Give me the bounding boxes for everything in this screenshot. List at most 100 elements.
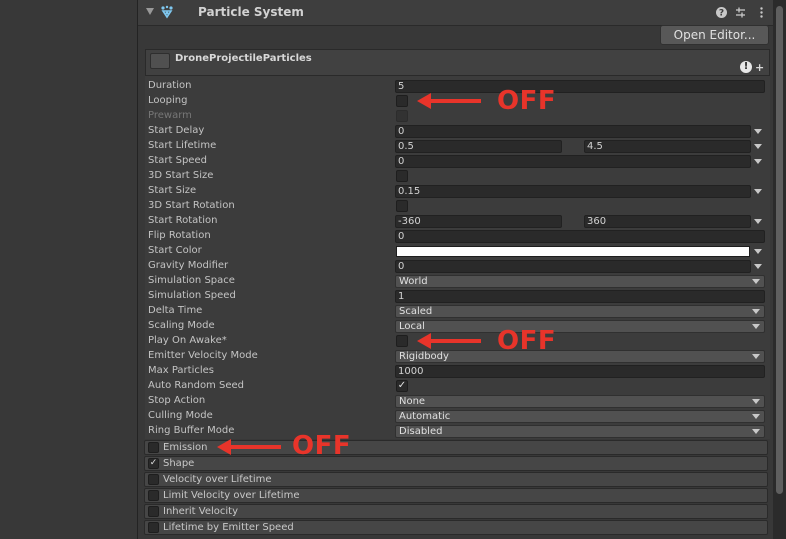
- help-icon[interactable]: ?: [715, 6, 728, 19]
- prewarm-checkbox[interactable]: [396, 110, 408, 122]
- property-label: Emitter Velocity Mode: [148, 350, 258, 361]
- property-row-start-rotation: Start Rotation -360 360: [148, 214, 768, 229]
- curve-mode-dropdown-icon[interactable]: [754, 129, 762, 134]
- delta-time-dropdown[interactable]: Scaled: [395, 305, 765, 318]
- start-rotation-min-field[interactable]: -360: [395, 215, 562, 228]
- property-label: Auto Random Seed: [148, 380, 244, 391]
- property-row-3d-start-size: 3D Start Size: [148, 169, 768, 184]
- curve-mode-dropdown-icon[interactable]: [754, 189, 762, 194]
- chevron-down-icon: [752, 354, 760, 359]
- chevron-down-icon: [752, 309, 760, 314]
- module-limit-velocity-over-lifetime[interactable]: Limit Velocity over Lifetime: [144, 488, 768, 503]
- property-row-start-color: Start Color: [148, 244, 768, 259]
- module-velocity-over-lifetime-checkbox[interactable]: [148, 474, 159, 485]
- property-label: Duration: [148, 80, 192, 91]
- looping-checkbox[interactable]: [396, 95, 408, 107]
- checkmark-icon: ✓: [397, 380, 407, 391]
- max-particles-field[interactable]: 1000: [395, 365, 765, 378]
- start-rotation-max-field[interactable]: 360: [584, 215, 751, 228]
- auto-random-seed-checkbox[interactable]: ✓: [396, 380, 408, 392]
- start-color-color-swatch[interactable]: [396, 246, 750, 257]
- 3d-start-rotation-checkbox[interactable]: [396, 200, 408, 212]
- svg-text:?: ?: [719, 9, 724, 19]
- start-speed-field[interactable]: 0: [395, 155, 751, 168]
- simulation-space-dropdown[interactable]: World: [395, 275, 765, 288]
- more-icon[interactable]: [755, 6, 768, 19]
- dropdown-value: World: [399, 276, 428, 287]
- property-label: Gravity Modifier: [148, 260, 229, 271]
- module-velocity-over-lifetime[interactable]: Velocity over Lifetime: [144, 472, 768, 487]
- property-row-start-size: Start Size 0.15: [148, 184, 768, 199]
- annotation-off-emission: OFF: [292, 431, 352, 461]
- property-row-flip-rotation: Flip Rotation 0: [148, 229, 768, 244]
- checkmark-icon: ✓: [149, 458, 158, 468]
- gravity-modifier-field[interactable]: 0: [395, 260, 751, 273]
- module-emission-checkbox[interactable]: [148, 442, 159, 453]
- module-label: Inherit Velocity: [163, 506, 238, 517]
- module-inherit-velocity-checkbox[interactable]: [148, 506, 159, 517]
- property-label: Start Color: [148, 245, 202, 256]
- curve-mode-dropdown-icon[interactable]: [754, 264, 762, 269]
- module-lifetime-by-emitter-speed[interactable]: Lifetime by Emitter Speed: [144, 520, 768, 535]
- property-label: Delta Time: [148, 305, 203, 316]
- presets-icon[interactable]: [734, 6, 747, 19]
- module-limit-velocity-over-lifetime-checkbox[interactable]: [148, 490, 159, 501]
- property-label: 3D Start Rotation: [148, 200, 235, 211]
- simulation-speed-field[interactable]: 1: [395, 290, 765, 303]
- property-label: Stop Action: [148, 395, 206, 406]
- curve-mode-dropdown-icon[interactable]: [754, 159, 762, 164]
- alert-icon[interactable]: !: [740, 61, 752, 73]
- property-label: Simulation Speed: [148, 290, 236, 301]
- color-mode-dropdown-icon[interactable]: [754, 249, 762, 254]
- property-row-simulation-speed: Simulation Speed 1: [148, 289, 768, 304]
- module-label: Velocity over Lifetime: [163, 474, 272, 485]
- particle-system-title-bar[interactable]: DroneProjectileParticles ! +: [145, 49, 770, 76]
- component-header[interactable]: Particle System ?: [138, 0, 774, 26]
- property-label: Start Rotation: [148, 215, 218, 226]
- flip-rotation-field[interactable]: 0: [395, 230, 765, 243]
- property-label: Start Speed: [148, 155, 207, 166]
- property-row-culling-mode: Culling Mode Automatic: [148, 409, 768, 424]
- module-lifetime-by-emitter-speed-checkbox[interactable]: [148, 522, 159, 533]
- property-label: Max Particles: [148, 365, 215, 376]
- curve-mode-dropdown-icon[interactable]: [754, 144, 762, 149]
- annotation-off-looping: OFF: [497, 86, 557, 116]
- annotation-arrow-icon: [417, 93, 481, 109]
- annotation-off-play-on-awake: OFF: [497, 326, 557, 356]
- culling-mode-dropdown[interactable]: Automatic: [395, 410, 765, 423]
- annotation-arrow-icon: [417, 333, 481, 349]
- stop-action-dropdown[interactable]: None: [395, 395, 765, 408]
- start-size-field[interactable]: 0.15: [395, 185, 751, 198]
- scrollbar-thumb[interactable]: [776, 6, 783, 494]
- start-lifetime-min-field[interactable]: 0.5: [395, 140, 562, 153]
- property-label: Ring Buffer Mode: [148, 425, 235, 436]
- module-shape[interactable]: ✓ Shape: [144, 456, 768, 471]
- property-label: Start Lifetime: [148, 140, 217, 151]
- module-shape-checkbox[interactable]: ✓: [148, 458, 159, 469]
- property-label: Scaling Mode: [148, 320, 215, 331]
- play-on-awake-checkbox[interactable]: [396, 335, 408, 347]
- 3d-start-size-checkbox[interactable]: [396, 170, 408, 182]
- ring-buffer-mode-dropdown[interactable]: Disabled: [395, 425, 765, 438]
- chevron-down-icon: [752, 414, 760, 419]
- chevron-down-icon: [752, 429, 760, 434]
- property-label: Prewarm: [148, 110, 192, 121]
- curve-mode-dropdown-icon[interactable]: [754, 219, 762, 224]
- emitter-velocity-mode-dropdown[interactable]: Rigidbody: [395, 350, 765, 363]
- property-row-gravity-modifier: Gravity Modifier 0: [148, 259, 768, 274]
- property-row-start-delay: Start Delay 0: [148, 124, 768, 139]
- vertical-scrollbar[interactable]: [773, 0, 786, 539]
- left-pane: [0, 0, 137, 539]
- foldout-arrow-icon[interactable]: [146, 8, 154, 15]
- property-label: 3D Start Size: [148, 170, 214, 181]
- add-icon[interactable]: +: [755, 61, 764, 74]
- module-inherit-velocity[interactable]: Inherit Velocity: [144, 504, 768, 519]
- dropdown-value: Rigidbody: [399, 351, 449, 362]
- property-row-max-particles: Max Particles 1000: [148, 364, 768, 379]
- chevron-down-icon: [752, 324, 760, 329]
- open-editor-button[interactable]: Open Editor...: [660, 25, 769, 45]
- module-label: Emission: [163, 442, 208, 453]
- particle-system-name: DroneProjectileParticles: [175, 53, 312, 64]
- start-lifetime-max-field[interactable]: 4.5: [584, 140, 751, 153]
- start-delay-field[interactable]: 0: [395, 125, 751, 138]
